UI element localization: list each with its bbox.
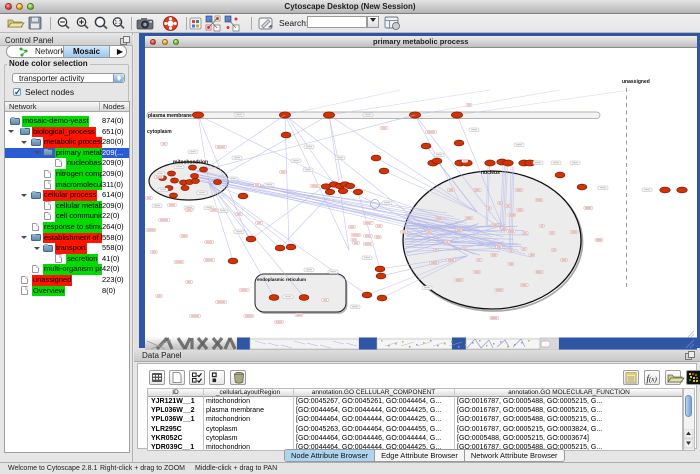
svg-text:f(x): f(x)	[647, 374, 658, 384]
svg-text:nucleus: nucleus	[481, 170, 500, 176]
svg-text:mitochondrion: mitochondrion	[173, 160, 208, 166]
svg-text:plasma membrane: plasma membrane	[148, 113, 192, 119]
svg-text:cytoplasm: cytoplasm	[147, 129, 172, 135]
svg-text:1:1: 1:1	[115, 20, 122, 26]
svg-text:unassigned: unassigned	[622, 79, 650, 85]
svg-text:endoplasmic reticulum: endoplasmic reticulum	[257, 277, 306, 282]
